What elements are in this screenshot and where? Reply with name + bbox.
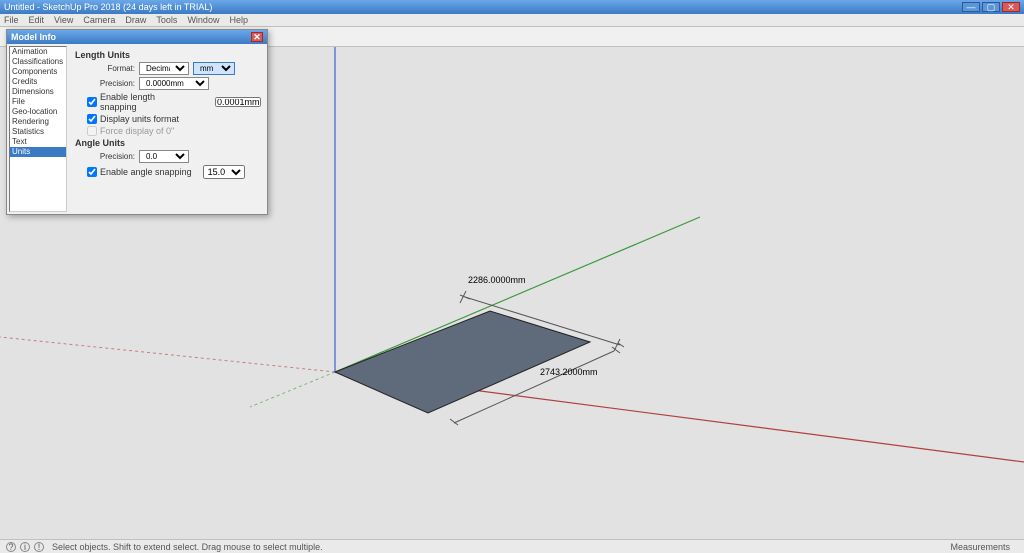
category-item[interactable]: Statistics — [10, 127, 66, 137]
category-item[interactable]: Geo-location — [10, 107, 66, 117]
format-label: Format: — [75, 64, 135, 73]
statusbar: ? i ! Select objects. Shift to extend se… — [0, 539, 1024, 553]
precision-label: Precision: — [75, 79, 135, 88]
dialog-content: Length Units Format: Decimal mm Precisio… — [69, 44, 267, 214]
section-heading: Length Units — [75, 50, 261, 60]
maximize-button[interactable]: ▢ — [982, 2, 1000, 12]
enable-length-snapping-checkbox[interactable] — [87, 97, 97, 107]
category-item[interactable]: Components — [10, 67, 66, 77]
display-units-format-checkbox[interactable] — [87, 114, 97, 124]
measurements-label: Measurements — [950, 542, 1010, 552]
angle-snap-value-select[interactable]: 15.0 — [203, 165, 245, 179]
category-item[interactable]: Dimensions — [10, 87, 66, 97]
format-select[interactable]: Decimal — [139, 62, 189, 75]
face-rectangle — [335, 311, 590, 413]
menu-edit[interactable]: Edit — [29, 15, 45, 25]
category-item[interactable]: Credits — [10, 77, 66, 87]
minimize-button[interactable]: — — [962, 2, 980, 12]
enable-angle-snapping-checkbox[interactable] — [87, 167, 97, 177]
precision-label: Precision: — [75, 152, 135, 161]
status-icon[interactable]: i — [20, 542, 30, 552]
precision-angle-select[interactable]: 0.0 — [139, 150, 189, 163]
menu-file[interactable]: File — [4, 15, 19, 25]
status-icon[interactable]: ? — [6, 542, 16, 552]
menubar: File Edit View Camera Draw Tools Window … — [0, 14, 1024, 27]
menu-view[interactable]: View — [54, 15, 73, 25]
menu-tools[interactable]: Tools — [156, 15, 177, 25]
checkbox-label: Enable angle snapping — [100, 167, 192, 177]
checkbox-label: Force display of 0" — [100, 126, 174, 136]
close-button[interactable]: ✕ — [1002, 2, 1020, 12]
checkbox-label: Display units format — [100, 114, 179, 124]
app-title: Untitled - SketchUp Pro 2018 (24 days le… — [4, 2, 212, 12]
length-snap-value-input[interactable] — [215, 97, 261, 107]
dialog-titlebar[interactable]: Model Info ✕ — [7, 30, 267, 44]
checkbox-label: Enable length snapping — [100, 92, 192, 112]
menu-window[interactable]: Window — [187, 15, 219, 25]
category-item[interactable]: Animation — [10, 47, 66, 57]
dimension-label: 2286.0000mm — [468, 275, 526, 285]
model-info-dialog: Model Info ✕ AnimationClassificationsCom… — [6, 29, 268, 215]
precision-length-select[interactable]: 0.0000mm — [139, 77, 209, 90]
menu-help[interactable]: Help — [229, 15, 248, 25]
status-hint: Select objects. Shift to extend select. … — [52, 542, 323, 552]
dialog-close-button[interactable]: ✕ — [251, 32, 263, 42]
dimension-label: 2743.2000mm — [540, 367, 598, 377]
dialog-title: Model Info — [11, 32, 56, 42]
force-display-0-checkbox — [87, 126, 97, 136]
category-item[interactable]: File — [10, 97, 66, 107]
category-item[interactable]: Text — [10, 137, 66, 147]
category-item[interactable]: Classifications — [10, 57, 66, 67]
category-item[interactable]: Units — [10, 147, 66, 157]
menu-draw[interactable]: Draw — [125, 15, 146, 25]
unit-select[interactable]: mm — [193, 62, 235, 75]
status-icon[interactable]: ! — [34, 542, 44, 552]
dialog-category-list[interactable]: AnimationClassificationsComponentsCredit… — [9, 46, 67, 212]
app-titlebar: Untitled - SketchUp Pro 2018 (24 days le… — [0, 0, 1024, 14]
section-heading: Angle Units — [75, 138, 261, 148]
menu-camera[interactable]: Camera — [83, 15, 115, 25]
category-item[interactable]: Rendering — [10, 117, 66, 127]
